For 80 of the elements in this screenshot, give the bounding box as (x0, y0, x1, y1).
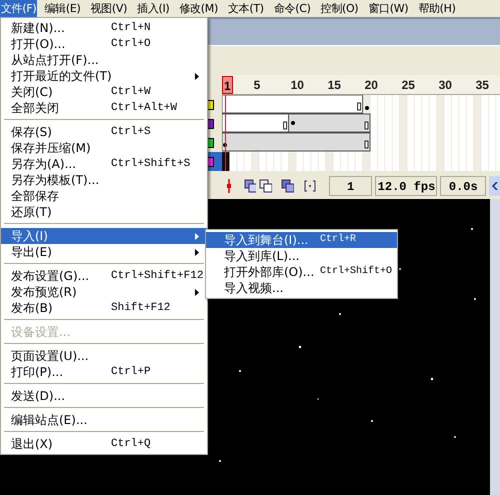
menu-bar-item[interactable]: 插入(I) (136, 0, 170, 17)
menu-item[interactable]: 还原(T) (1, 204, 207, 220)
shortcut-label: Ctrl+O (111, 37, 151, 52)
menu-item-label: 新建(N)... (11, 20, 66, 36)
menu-bar-item[interactable]: 文本(T) (226, 0, 265, 17)
menu-item[interactable]: 发布设置(G)... Ctrl+Shift+F12 (1, 268, 207, 284)
menu-item[interactable]: 导入到舞台(I)... Ctrl+R (206, 232, 397, 248)
menu-item-label: 另存为(A)... (11, 156, 78, 172)
scroll-left-button[interactable] (489, 176, 500, 196)
menu-item[interactable]: 页面设置(U)... (1, 348, 207, 364)
menu-bar-item[interactable]: 修改(M) (178, 0, 219, 17)
current-frame-field: 1 (328, 176, 372, 196)
menu-bar-item[interactable]: 文件(F) (0, 0, 38, 17)
menu-item[interactable]: 打开外部库(O)... Ctrl+Shift+O (206, 264, 397, 280)
menu-item-label: 打印(P)... (11, 364, 64, 380)
onion-outline-icon (259, 179, 272, 193)
shortcut-label: Ctrl+Shift+F12 (111, 269, 204, 284)
markers-icon (302, 179, 316, 193)
frame-rate-field: 12.0 fps (375, 176, 438, 196)
menu-item[interactable]: 关闭(C) Ctrl+W (1, 84, 207, 100)
menu-item-label: 保存(S) (11, 124, 53, 140)
frame-number: 1 (222, 76, 233, 94)
menu-item[interactable]: 发布预览(R) (1, 284, 207, 300)
menu-item-label: 打开最近的文件(T) (11, 68, 111, 84)
shortcut-label: Ctrl+Q (111, 437, 151, 452)
menu-item[interactable]: 退出(X) Ctrl+Q (1, 436, 207, 452)
shortcut-label: Ctrl+W (111, 85, 151, 100)
menu-item[interactable]: 另存为模板(T)... (1, 172, 207, 188)
menu-item[interactable]: 保存(S) Ctrl+S (1, 124, 207, 140)
menu-item-label: 发布(B) (11, 300, 54, 316)
shortcut-label: Ctrl+N (111, 21, 151, 36)
menu-item-label: 关闭(C) (11, 84, 54, 100)
shortcut-label: Ctrl+P (111, 365, 151, 380)
shortcut-label: Ctrl+Alt+W (111, 101, 178, 116)
menu-item[interactable]: 发送(D)... (1, 388, 207, 404)
menu-item-label: 打开外部库(O)... (224, 264, 316, 280)
menu-bar-item[interactable]: 命令(C) (272, 0, 312, 17)
frame-number: 35 (476, 77, 489, 94)
menu-item-label: 导出(E) (11, 244, 53, 260)
menu-item[interactable]: 打开(O)... Ctrl+O (1, 36, 207, 52)
menu-item[interactable]: 导入(I) (1, 228, 207, 244)
menu-bar-item[interactable]: 控制(O) (320, 0, 360, 17)
menu-item[interactable]: 打印(P)... Ctrl+P (1, 364, 207, 380)
menu-item-label: 发布设置(G)... (11, 268, 90, 284)
menu-item[interactable]: 全部关闭 Ctrl+Alt+W (1, 100, 207, 116)
frame-number: 20 (364, 77, 378, 94)
frame-number: 30 (438, 77, 452, 94)
menu-item-label: 导入到舞台(I)... (224, 232, 310, 248)
menu-item-label: 全部关闭 (11, 100, 60, 116)
menu-item[interactable]: 导入视频... (206, 280, 397, 296)
menu-item[interactable]: 另存为(A)... Ctrl+Shift+S (1, 156, 207, 172)
menu-item: 设备设置... (10, 324, 72, 340)
menu-item[interactable]: 导出(E) (1, 244, 207, 260)
frame-number: 25 (402, 77, 415, 94)
menu-item-label: 退出(X) (11, 436, 54, 452)
menu-item[interactable]: 编辑站点(E)... (1, 412, 207, 428)
menu-bar-item[interactable]: 窗口(W) (367, 0, 410, 17)
elapsed-time-field: 0.0s (440, 176, 486, 196)
menu-item[interactable]: 从站点打开(F)... (1, 52, 207, 68)
menu-item-label: 打开(O)... (11, 36, 66, 52)
frame-number: 5 (254, 77, 260, 94)
shortcut-label: Shift+F12 (111, 301, 170, 316)
menu-bar-item[interactable]: 编辑(E) (43, 0, 82, 17)
menu-item-label: 发布预览(R) (11, 284, 78, 300)
menu-item[interactable]: 保存并压缩(M) (1, 140, 207, 156)
menu-bar-item[interactable]: 视图(V) (89, 0, 128, 17)
frame-number: 15 (328, 77, 341, 94)
menu-item[interactable]: 打开最近的文件(T) (1, 68, 207, 84)
shortcut-label: Ctrl+Shift+S (111, 157, 190, 172)
shortcut-label: Ctrl+R (320, 232, 356, 247)
menu-bar-item[interactable]: 帮助(H) (417, 0, 457, 17)
menu-item[interactable]: 全部保存 (1, 188, 207, 204)
shortcut-label: Ctrl+Shift+O (320, 264, 392, 279)
frame-number: 10 (290, 77, 304, 94)
menu-item[interactable]: 新建(N)... Ctrl+N (1, 20, 207, 36)
menu-item-label: 导入(I) (11, 228, 49, 244)
shortcut-label: Ctrl+S (111, 125, 151, 140)
edit-frames-icon (281, 179, 294, 193)
menu-item[interactable]: 导入到库(L)... (206, 248, 397, 264)
menu-item[interactable]: 发布(B) Shift+F12 (1, 300, 207, 316)
